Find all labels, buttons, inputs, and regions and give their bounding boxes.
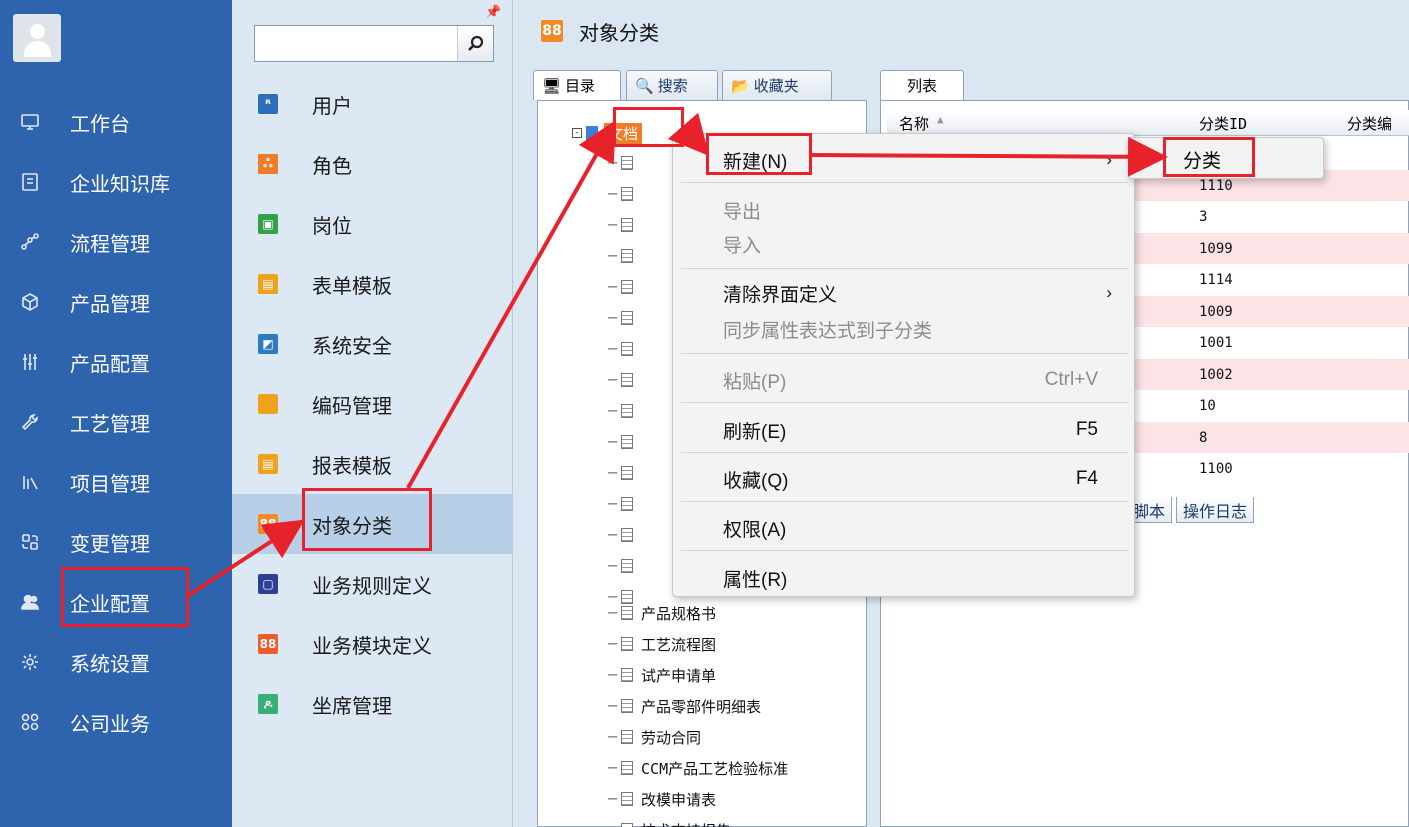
arrow-3 <box>667 112 710 157</box>
arrow-4 <box>811 136 1168 177</box>
annotation-arrows <box>187 112 1168 597</box>
arrow-2 <box>406 120 616 489</box>
app-window: 工作台 企业知识库 流程管理 产品管理 产品配置 工艺管理 项目管理 变更管理 企业配置 系统设置… <box>0 0 1409 827</box>
arrow-1 <box>187 519 305 597</box>
